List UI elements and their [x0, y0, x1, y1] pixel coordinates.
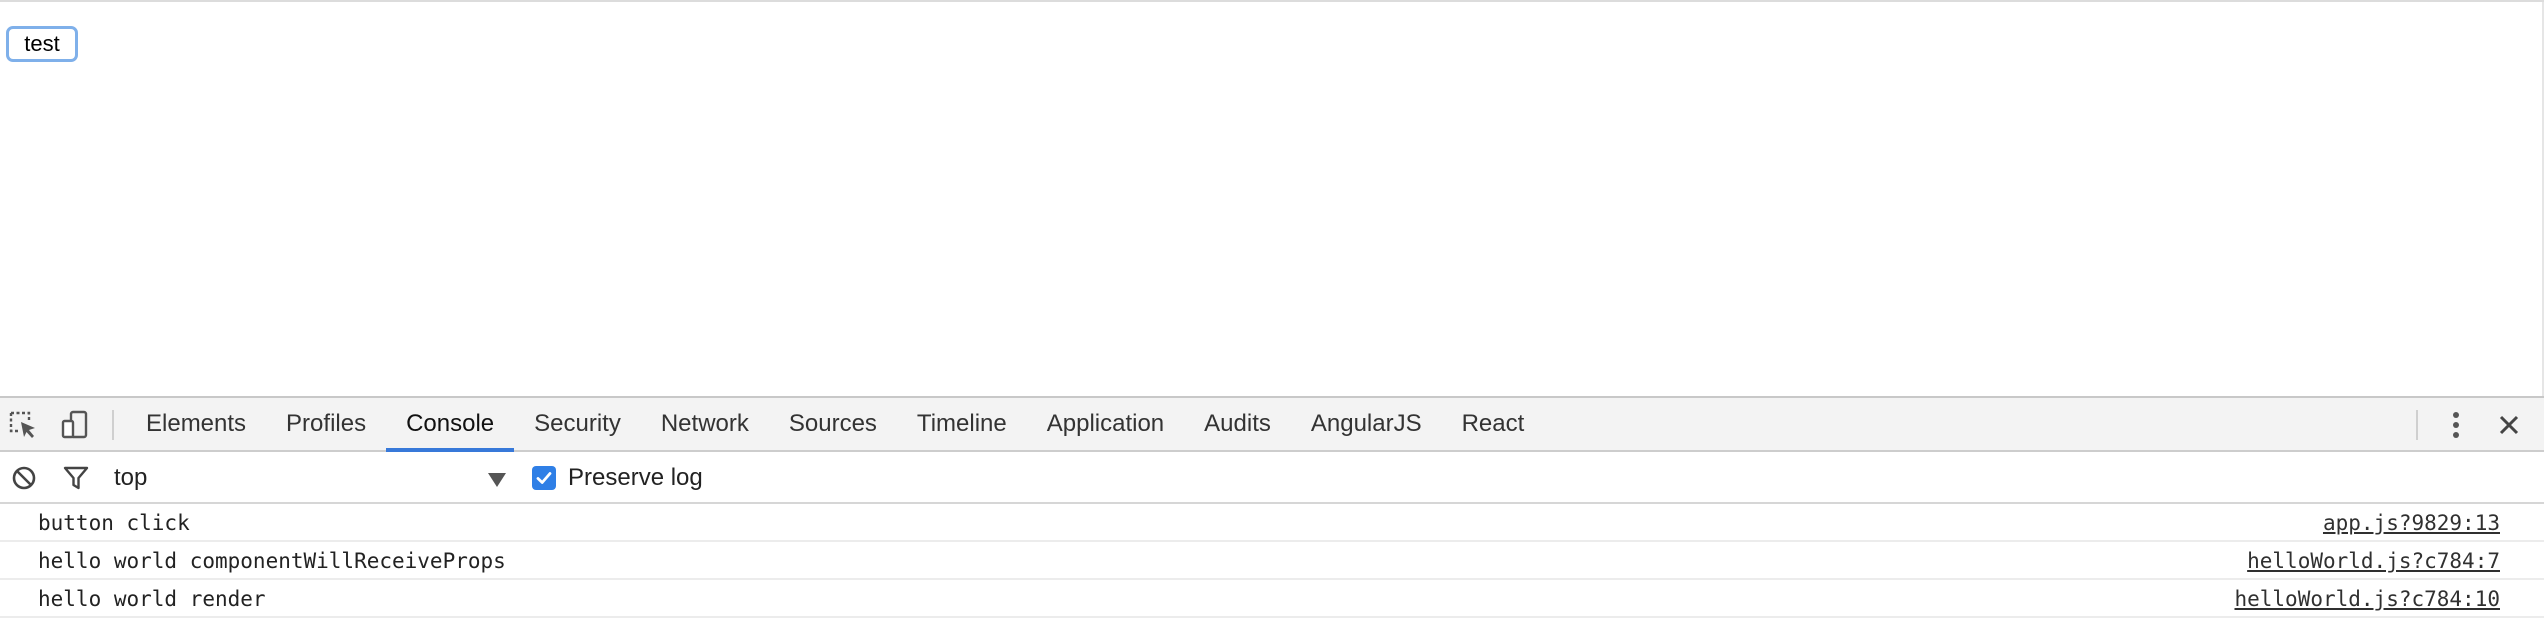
devtools-tabs: Elements Profiles Console Security Netwo…: [126, 398, 1545, 452]
toolbar-divider-right: [2416, 410, 2418, 440]
toolbar-divider: [112, 410, 114, 440]
console-message: hello world componentWillReceiveProps he…: [0, 542, 2544, 580]
check-icon: [536, 472, 552, 484]
context-select[interactable]: top: [104, 459, 514, 497]
more-vertical-icon[interactable]: [2438, 406, 2474, 444]
console-message-source-link[interactable]: helloWorld.js?c784:10: [2234, 587, 2500, 611]
tab-react[interactable]: React: [1442, 398, 1545, 450]
clear-console-icon[interactable]: [6, 460, 42, 496]
close-icon[interactable]: [2490, 406, 2528, 444]
console-message-text: hello world componentWillReceiveProps: [38, 549, 506, 573]
console-message-source-link[interactable]: helloWorld.js?c784:7: [2247, 549, 2500, 573]
preserve-log-checkbox[interactable]: Preserve log: [532, 460, 703, 496]
preserve-log-label: Preserve log: [568, 464, 703, 491]
tab-audits[interactable]: Audits: [1184, 398, 1291, 450]
tab-security[interactable]: Security: [514, 398, 641, 450]
console-message-text: hello world render: [38, 587, 266, 611]
inspect-element-icon[interactable]: [4, 406, 42, 444]
tab-angularjs[interactable]: AngularJS: [1291, 398, 1442, 450]
console-message-text: button click: [38, 511, 190, 535]
devtools-tabbar: Elements Profiles Console Security Netwo…: [0, 398, 2544, 452]
device-toolbar-icon[interactable]: [56, 406, 94, 444]
console-message: hello world render helloWorld.js?c784:10: [0, 580, 2544, 618]
page-viewport: test: [0, 0, 2544, 396]
tab-application[interactable]: Application: [1027, 398, 1184, 450]
tab-sources[interactable]: Sources: [769, 398, 897, 450]
checkbox-checked[interactable]: [532, 466, 556, 490]
console-toolbar: top Preserve log: [0, 452, 2544, 504]
console-message: button click app.js?9829:13: [0, 504, 2544, 542]
console-messages: button click app.js?9829:13 hello world …: [0, 504, 2544, 632]
console-message-source-link[interactable]: app.js?9829:13: [2323, 511, 2500, 535]
filter-icon[interactable]: [58, 460, 94, 496]
test-button[interactable]: test: [6, 26, 78, 62]
tab-profiles[interactable]: Profiles: [266, 398, 386, 450]
tab-network[interactable]: Network: [641, 398, 769, 450]
tab-elements[interactable]: Elements: [126, 398, 266, 450]
chevron-down-icon: [488, 473, 506, 487]
tab-timeline[interactable]: Timeline: [897, 398, 1027, 450]
tab-console[interactable]: Console: [386, 398, 515, 452]
context-value: top: [114, 464, 148, 491]
devtools-panel: Elements Profiles Console Security Netwo…: [0, 396, 2544, 630]
